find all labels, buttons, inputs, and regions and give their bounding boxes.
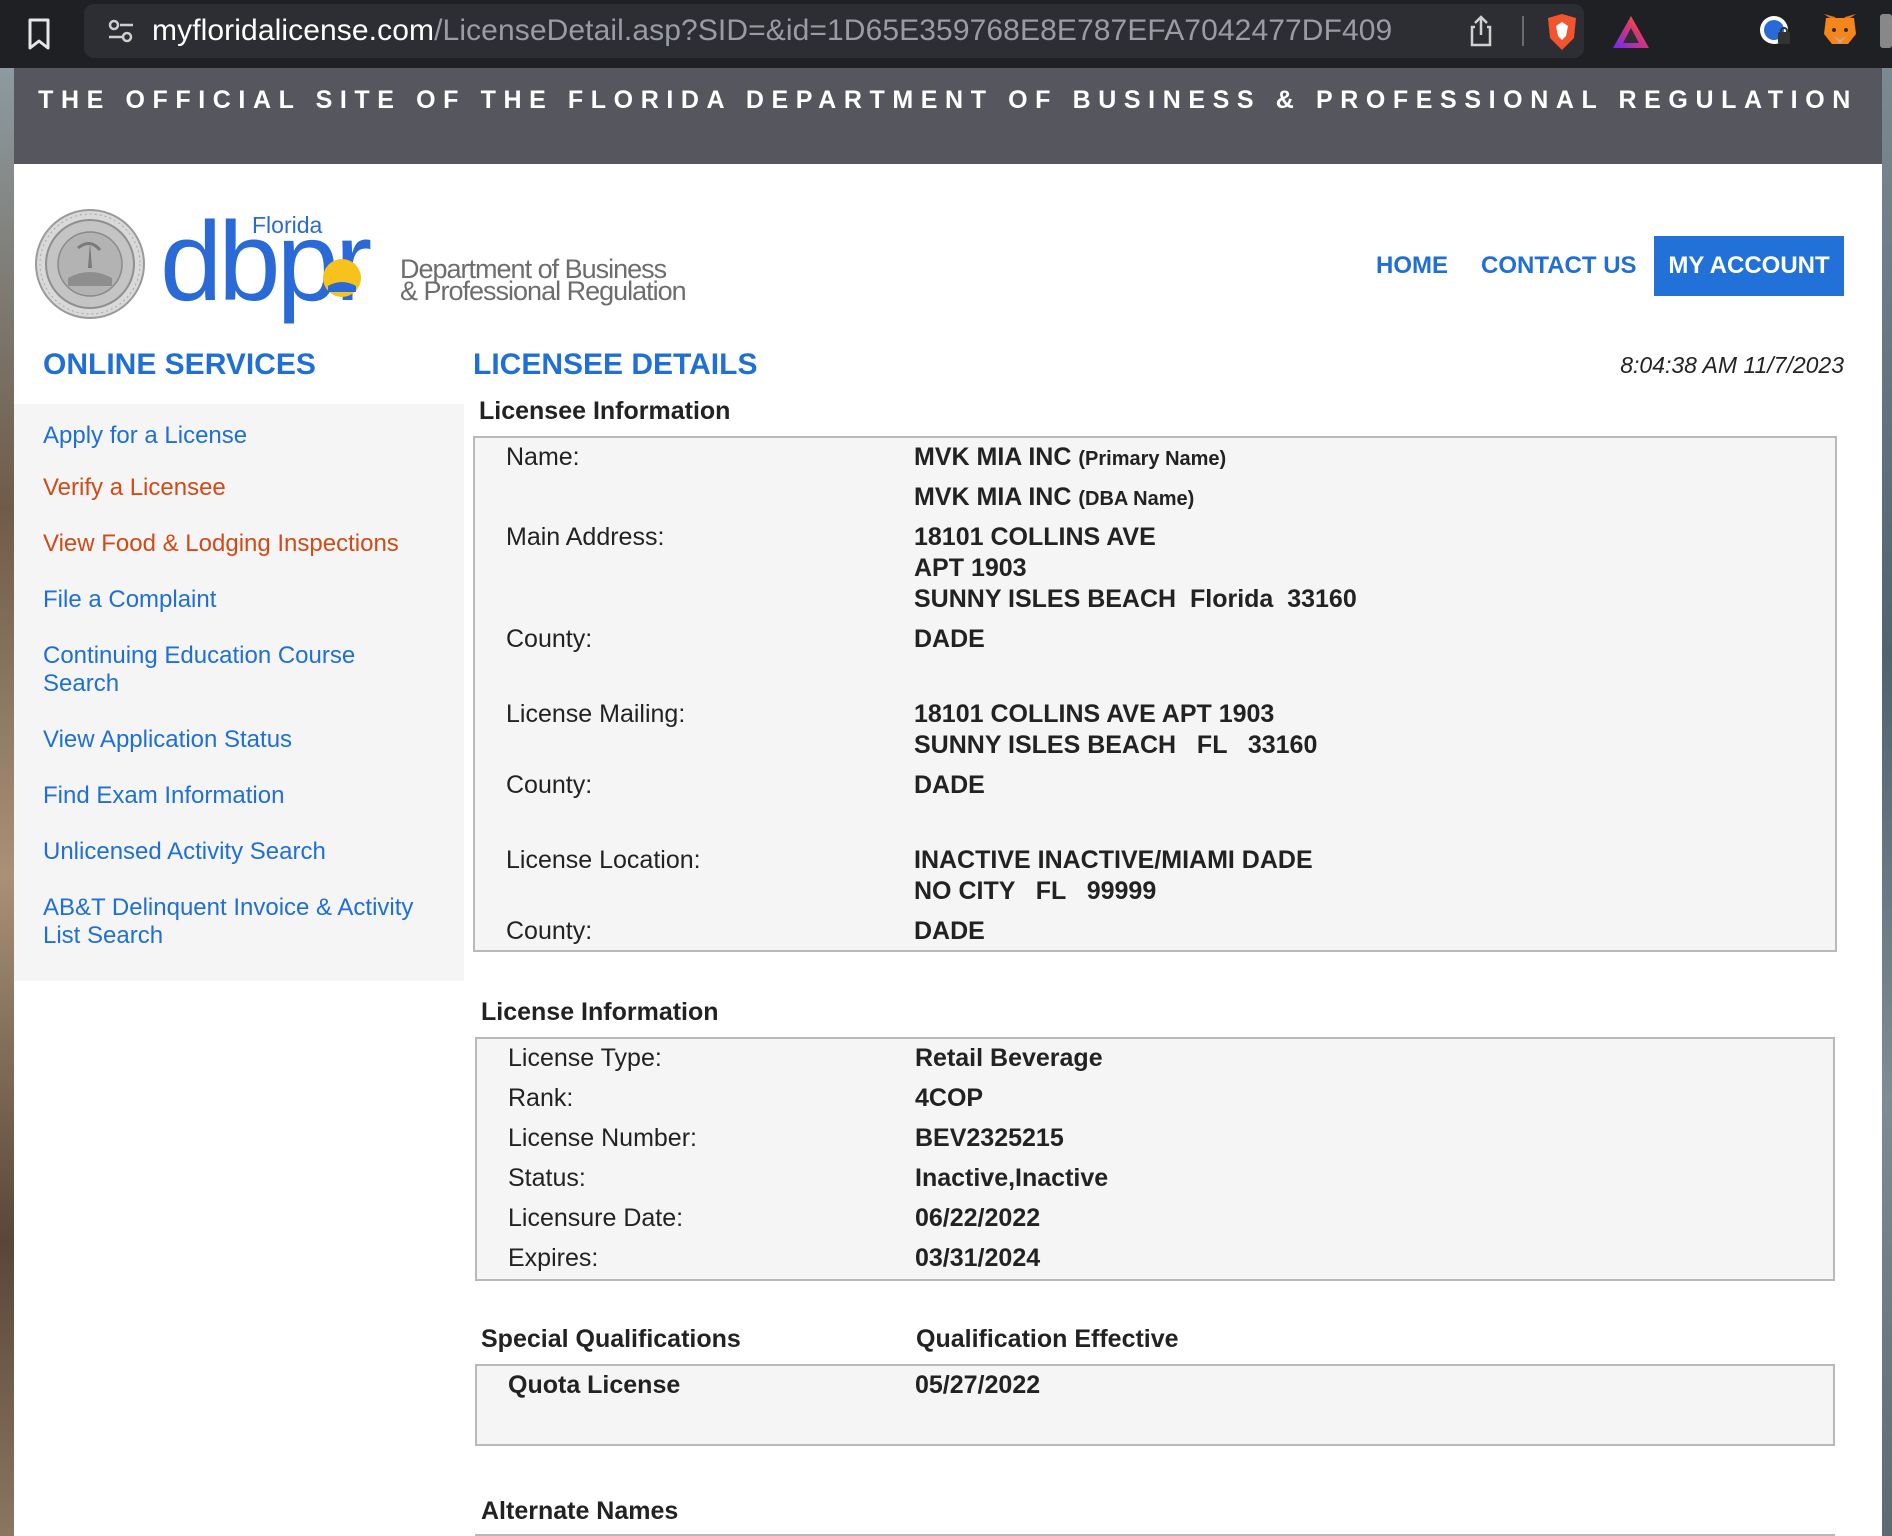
dba-name-tag: (DBA Name) — [1078, 488, 1195, 510]
sidebar-item-exam-information[interactable]: Find Exam Information — [43, 782, 443, 810]
license-number-label: License Number: — [508, 1124, 697, 1152]
qualification-effective-heading: Qualification Effective — [916, 1325, 1179, 1353]
sidebar-item-continuing-education[interactable]: Continuing Education Course Search — [43, 642, 403, 698]
license-location-label: License Location: — [506, 846, 701, 874]
main-address-line-2: APT 1903 — [914, 554, 1027, 582]
qualification-date: 05/27/2022 — [915, 1371, 1041, 1399]
sidebar-item-application-status[interactable]: View Application Status — [43, 726, 443, 754]
bookmark-icon[interactable] — [24, 16, 54, 52]
desktop-background-left — [0, 68, 14, 1536]
dbpr-logo[interactable]: Florida dbpr Department of Business & Pr… — [160, 206, 700, 324]
license-mailing-label: License Mailing: — [506, 700, 686, 728]
expires-value: 03/31/2024 — [915, 1244, 1041, 1272]
rank-value: 4COP — [915, 1084, 984, 1112]
location-address-line-1: INACTIVE INACTIVE/MIAMI DADE — [914, 846, 1313, 874]
page-title: LICENSEE DETAILS — [473, 348, 758, 381]
sidebar-item-file-complaint[interactable]: File a Complaint — [43, 586, 443, 614]
timestamp: 8:04:38 AM 11/7/2023 — [1620, 352, 1844, 378]
password-manager-icon[interactable] — [1758, 12, 1794, 48]
license-type-value: Retail Beverage — [915, 1044, 1103, 1072]
name-label: Name: — [506, 443, 580, 471]
sidebar-item-verify-licensee[interactable]: Verify a Licensee — [43, 474, 443, 502]
expires-label: Expires: — [508, 1244, 599, 1272]
address-bar[interactable]: myfloridalicense.com/LicenseDetail.asp?S… — [84, 4, 1649, 58]
dba-name-value: MVK MIA INC (DBA Name) — [914, 483, 1194, 512]
mailing-address-line-1: 18101 COLLINS AVE APT 1903 — [914, 700, 1275, 728]
mailing-county-value: DADE — [914, 771, 985, 799]
page-content: Florida dbpr Department of Business & Pr… — [14, 164, 1882, 1536]
license-information-heading: License Information — [481, 998, 719, 1026]
url-path: /LicenseDetail.asp?SID=&id=1D65E359768E8… — [434, 14, 1393, 47]
main-address-line-3: SUNNY ISLES BEACH Florida 33160 — [914, 585, 1357, 613]
share-icon[interactable] — [1466, 14, 1496, 48]
dba-name: MVK MIA INC — [914, 483, 1072, 511]
extension-icon[interactable] — [1880, 14, 1892, 48]
status-label: Status: — [508, 1164, 586, 1192]
official-site-banner: THE OFFICIAL SITE OF THE FLORIDA DEPARTM… — [14, 68, 1882, 164]
licensure-date-value: 06/22/2022 — [915, 1204, 1041, 1232]
browser-toolbar: myfloridalicense.com/LicenseDetail.asp?S… — [0, 0, 1892, 68]
license-number-value: BEV2325215 — [915, 1124, 1064, 1152]
main-address-label: Main Address: — [506, 523, 665, 551]
main-county-value: DADE — [914, 625, 985, 653]
my-account-button[interactable]: MY ACCOUNT — [1654, 236, 1844, 296]
desktop-background-right — [1882, 68, 1892, 1536]
brave-shield-icon[interactable] — [1544, 12, 1580, 52]
location-county-label: County: — [506, 917, 593, 945]
url-host: myfloridalicense.com — [152, 14, 435, 47]
banner-text: THE OFFICIAL SITE OF THE FLORIDA DEPARTM… — [38, 86, 1858, 114]
special-qualifications-heading: Special Qualifications — [481, 1325, 741, 1353]
qualification-name: Quota License — [508, 1371, 681, 1399]
florida-state-seal-icon — [34, 208, 146, 320]
mailing-county-label: County: — [506, 771, 593, 799]
mailing-address-line-2: SUNNY ISLES BEACH FL 33160 — [914, 731, 1318, 759]
address-bar-divider — [1522, 16, 1524, 46]
main-address-line-1: 18101 COLLINS AVE — [914, 523, 1156, 551]
logo-line-2: & Professional Regulation — [400, 276, 687, 306]
licensee-information-heading: Licensee Information — [479, 397, 731, 425]
online-services-title: ONLINE SERVICES — [43, 348, 316, 381]
primary-name-value: MVK MIA INC (Primary Name) — [914, 443, 1226, 472]
rank-label: Rank: — [508, 1084, 574, 1112]
url-text: myfloridalicense.com/LicenseDetail.asp?S… — [152, 16, 1392, 46]
location-county-value: DADE — [914, 917, 985, 945]
main-county-label: County: — [506, 625, 593, 653]
metamask-icon[interactable] — [1820, 10, 1860, 50]
nav-home-link[interactable]: HOME — [1376, 252, 1448, 280]
alternate-names-heading: Alternate Names — [481, 1497, 679, 1525]
license-information-box — [475, 1037, 1835, 1281]
logo-sun-icon — [320, 256, 364, 300]
nav-contact-us-link[interactable]: CONTACT US — [1481, 252, 1637, 280]
sidebar-item-unlicensed-activity[interactable]: Unlicensed Activity Search — [43, 838, 443, 866]
primary-name: MVK MIA INC — [914, 443, 1072, 471]
brave-rewards-icon[interactable] — [1611, 14, 1651, 50]
primary-name-tag: (Primary Name) — [1078, 448, 1227, 470]
licensure-date-label: Licensure Date: — [508, 1204, 684, 1232]
sidebar-item-abt-delinquent-invoice[interactable]: AB&T Delinquent Invoice & Activity List … — [43, 894, 443, 950]
location-address-line-2: NO CITY FL 99999 — [914, 877, 1157, 905]
site-settings-icon[interactable] — [106, 17, 136, 45]
status-value: Inactive,Inactive — [915, 1164, 1109, 1192]
sidebar-item-apply-for-license[interactable]: Apply for a License — [43, 422, 443, 450]
sidebar-item-food-lodging-inspections[interactable]: View Food & Lodging Inspections — [43, 530, 443, 558]
license-type-label: License Type: — [508, 1044, 662, 1072]
